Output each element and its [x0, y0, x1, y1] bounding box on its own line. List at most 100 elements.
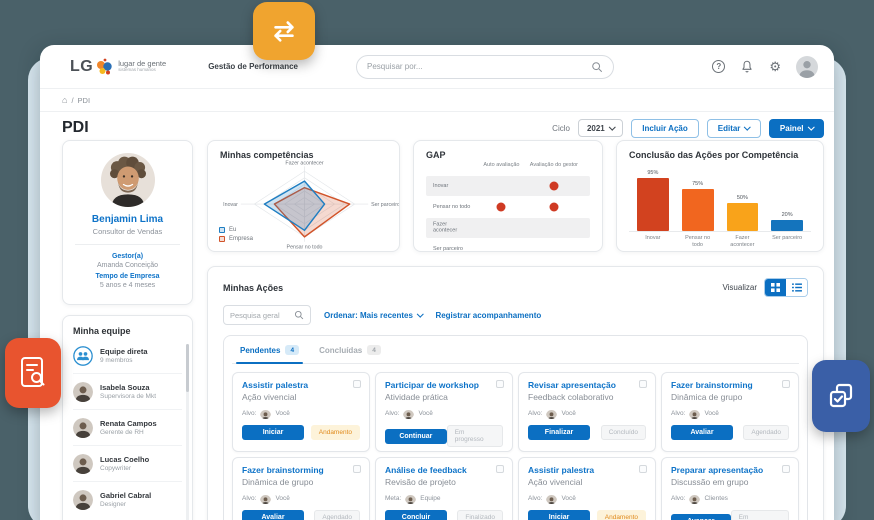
- gap-row: Fazer acontecer: [426, 218, 590, 238]
- tab-label: Pendentes: [240, 346, 280, 355]
- action-primary-button[interactable]: Continuar: [385, 429, 447, 444]
- action-target-avatar: [260, 408, 271, 419]
- action-target-label: Alvo:: [671, 410, 685, 417]
- action-target-avatar: [689, 493, 700, 504]
- help-icon[interactable]: ?: [712, 60, 725, 73]
- team-member-row[interactable]: Isabela Souza Supervisora de Mkt: [73, 374, 182, 410]
- edit-label: Editar: [718, 124, 741, 133]
- completion-card: Conclusão das Ações por Competência 95% …: [616, 140, 824, 252]
- action-target-label: Meta:: [385, 495, 401, 502]
- action-card[interactable]: Participar de workshop Atividade prática…: [375, 372, 513, 452]
- bar-chart-categories: InovarPensar no todoFazer acontecerSer p…: [629, 235, 811, 248]
- action-card[interactable]: Fazer brainstorming Dinâmica de grupo Al…: [661, 372, 799, 452]
- document-search-icon: [5, 338, 61, 408]
- action-checkbox[interactable]: [782, 465, 790, 473]
- action-subtitle: Atividade prática: [385, 392, 503, 402]
- legend-swatch: [219, 227, 225, 233]
- panel-button[interactable]: Painel: [769, 119, 824, 138]
- svg-text:Inovar: Inovar: [223, 202, 238, 208]
- action-subtitle: Revisão de projeto: [385, 477, 503, 487]
- actions-search[interactable]: [223, 305, 311, 325]
- include-action-button[interactable]: Incluir Ação: [631, 119, 699, 138]
- action-primary-button[interactable]: Concluir: [385, 510, 447, 520]
- team-scrollbar-thumb[interactable]: [186, 344, 189, 392]
- action-target-label: Alvo:: [242, 410, 256, 417]
- bar-rect: [682, 189, 714, 231]
- action-card[interactable]: Assistir palestra Ação vivencial Alvo: V…: [232, 372, 370, 452]
- bar-value-label: 50%: [737, 195, 748, 201]
- action-checkbox[interactable]: [639, 380, 647, 388]
- home-icon[interactable]: ⌂: [62, 95, 67, 105]
- action-card[interactable]: Análise de feedback Revisão de projeto M…: [375, 457, 513, 520]
- tab-count-badge: 4: [285, 345, 299, 355]
- action-card[interactable]: Assistir palestra Ação vivencial Alvo: V…: [518, 457, 656, 520]
- actions-tabs: Pendentes 4 Concluídas 4: [232, 336, 799, 364]
- action-checkbox[interactable]: [782, 380, 790, 388]
- action-checkbox[interactable]: [353, 465, 361, 473]
- action-primary-button[interactable]: Avaliar: [242, 510, 304, 520]
- action-title: Assistir palestra: [528, 465, 646, 475]
- gap-row: Ser parceiro: [426, 239, 590, 252]
- team-member-row[interactable]: Gabriel Cabral Designer: [73, 482, 182, 517]
- my-actions-card: Minhas Ações Visualizar: [207, 266, 824, 520]
- action-checkbox[interactable]: [496, 380, 504, 388]
- gap-row: Pensar no todo: [426, 197, 590, 217]
- profile-name[interactable]: Benjamin Lima: [71, 214, 184, 225]
- notifications-bell-icon[interactable]: [740, 59, 754, 74]
- action-card[interactable]: Preparar apresentação Discussão em grupo…: [661, 457, 799, 520]
- legend-item: Eu: [219, 227, 253, 233]
- team-member-avatar: [73, 454, 93, 474]
- team-member-role: 9 membros: [100, 357, 148, 364]
- team-member-row[interactable]: Lucas Coelho Copywriter: [73, 446, 182, 482]
- person-avatar-icon: [73, 418, 93, 438]
- action-target-avatar: [689, 408, 700, 419]
- action-checkbox[interactable]: [639, 465, 647, 473]
- user-avatar[interactable]: [796, 56, 818, 78]
- action-title: Fazer brainstorming: [671, 380, 789, 390]
- actions-tab[interactable]: Concluídas 4: [319, 345, 381, 363]
- team-member-avatar: [73, 346, 93, 366]
- bar-column: 50%: [727, 195, 759, 231]
- global-search[interactable]: [356, 55, 614, 79]
- register-followup-link[interactable]: Registrar acompanhamento: [435, 311, 541, 320]
- grid-view-button[interactable]: [765, 279, 786, 296]
- action-primary-button[interactable]: Iniciar: [528, 510, 590, 520]
- action-card[interactable]: Revisar apresentação Feedback colaborati…: [518, 372, 656, 452]
- cycle-select[interactable]: 2021: [578, 119, 623, 137]
- breadcrumb: ⌂ / PDI: [40, 89, 834, 112]
- action-checkbox[interactable]: [496, 465, 504, 473]
- search-icon: [294, 310, 304, 320]
- tenure-label: Tempo de Empresa: [71, 273, 184, 280]
- person-avatar-icon: [689, 410, 700, 419]
- team-member-row[interactable]: Renata Campos Gerente de RH: [73, 410, 182, 446]
- include-action-label: Incluir Ação: [642, 124, 688, 133]
- action-primary-button[interactable]: Avaliar: [671, 425, 733, 440]
- action-card[interactable]: Fazer brainstorming Dinâmica de grupo Al…: [232, 457, 370, 520]
- person-avatar-icon: [546, 410, 557, 419]
- action-checkbox[interactable]: [353, 380, 361, 388]
- action-target-avatar: [546, 408, 557, 419]
- action-primary-button[interactable]: Iniciar: [242, 425, 304, 440]
- global-search-input[interactable]: [367, 62, 591, 71]
- brand-logo[interactable]: LG lugar de gente sistemas humanos: [70, 58, 166, 76]
- team-scrollbar[interactable]: [186, 344, 189, 520]
- cycle-label: Ciclo: [552, 124, 570, 133]
- list-view-button[interactable]: [786, 279, 807, 296]
- sort-dropdown[interactable]: Ordenar: Mais recentes: [324, 311, 422, 320]
- top-bar: LG lugar de gente sistemas humanos Gestã…: [40, 45, 834, 89]
- person-avatar-icon: [73, 490, 93, 510]
- action-subtitle: Dinâmica de grupo: [242, 477, 360, 487]
- divider: [75, 244, 180, 245]
- action-primary-button[interactable]: Finalizar: [528, 425, 590, 440]
- action-primary-button[interactable]: Avançar: [671, 514, 731, 520]
- team-list: Equipe direta 9 membros Isabela Souza Su…: [73, 338, 182, 517]
- team-member-row[interactable]: Equipe direta 9 membros: [73, 338, 182, 374]
- bar-chart: 95% 75% 50% 20%: [629, 166, 811, 232]
- actions-tab[interactable]: Pendentes 4: [240, 345, 299, 363]
- actions-search-input[interactable]: [230, 311, 294, 320]
- gap-col-self: Auto avaliação: [483, 162, 519, 168]
- settings-gear-icon[interactable]: ⚙: [769, 60, 781, 73]
- breadcrumb-separator: /: [71, 96, 73, 105]
- action-target-avatar: [546, 493, 557, 504]
- edit-button[interactable]: Editar: [707, 119, 761, 138]
